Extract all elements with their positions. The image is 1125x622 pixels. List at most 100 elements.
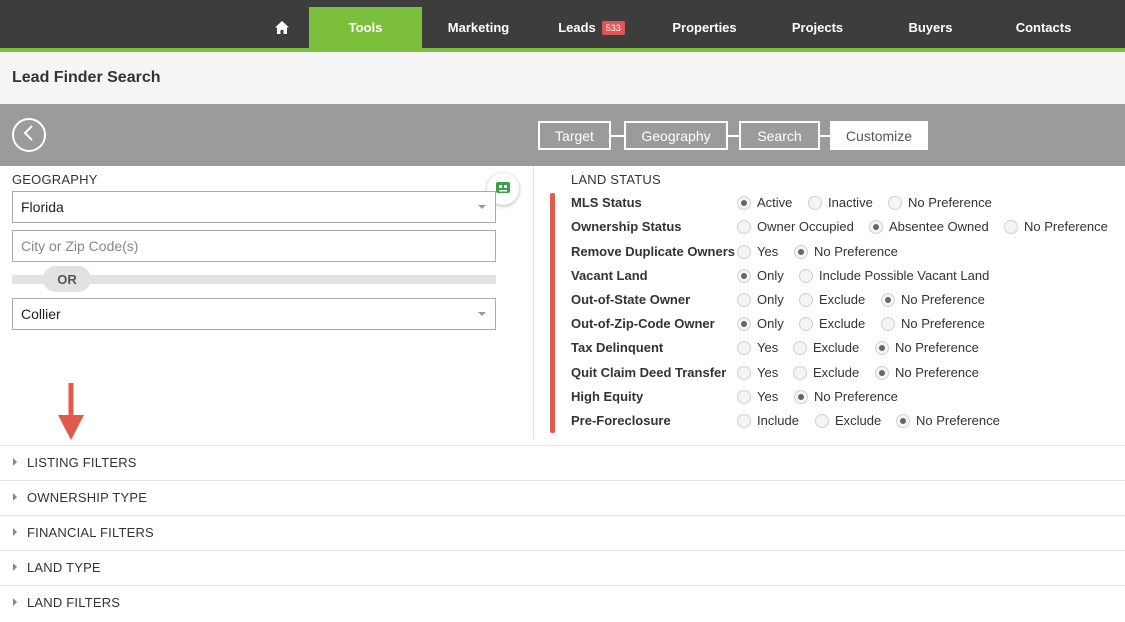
back-button[interactable] [12, 118, 46, 152]
radio [793, 365, 807, 380]
nav-contacts-label: Contacts [1015, 20, 1072, 35]
nav-buyers[interactable]: Buyers [874, 7, 987, 48]
nav-leads[interactable]: Leads 533 [535, 7, 648, 48]
option-label: Exclude [835, 413, 882, 428]
radio-checked [737, 268, 751, 283]
city-zip-field[interactable] [12, 230, 496, 262]
out-of-zip-exclude-radio[interactable]: Exclude [799, 316, 865, 331]
quit-claim-exclude-radio[interactable]: Exclude [793, 365, 859, 380]
vacant-land-label: Vacant Land [571, 268, 648, 283]
high-equity-no-preference-radio[interactable]: No Preference [794, 389, 898, 404]
quit-claim-no-preference-radio[interactable]: No Preference [875, 365, 979, 380]
step-search[interactable]: Search [739, 121, 820, 150]
nav-contacts[interactable]: Contacts [987, 7, 1100, 48]
radio [737, 219, 751, 234]
ownership-owner-occupied-radio[interactable]: Owner Occupied [737, 219, 854, 234]
caret-right-icon [13, 563, 17, 571]
highlight-bar-annotation [550, 193, 555, 433]
accordion-ownership-type[interactable]: OWNERSHIP TYPE [0, 480, 1125, 515]
chevron-down-icon [478, 312, 486, 316]
accordion-financial-filters[interactable]: FINANCIAL FILTERS [0, 515, 1125, 550]
accordion-listing-filters[interactable]: LISTING FILTERS [0, 445, 1125, 480]
radio [799, 292, 813, 307]
home-icon [274, 21, 289, 34]
radio [737, 292, 751, 307]
county-select[interactable]: Collier [12, 298, 496, 330]
step-connector [728, 135, 739, 137]
quit-claim-deed-label: Quit Claim Deed Transfer [571, 365, 727, 380]
ownership-no-preference-radio[interactable]: No Preference [1004, 219, 1108, 234]
geography-panel: GEOGRAPHY Florida OR Collier [0, 166, 534, 440]
nav-marketing-label: Marketing [447, 20, 510, 35]
tax-delinquent-no-preference-radio[interactable]: No Preference [875, 340, 979, 355]
wizard-step-bar: Target Geography Search Customize [0, 104, 1125, 166]
option-label: No Preference [814, 389, 898, 404]
option-label: Include Possible Vacant Land [819, 268, 990, 283]
county-select-value: Collier [21, 306, 61, 322]
caret-right-icon [13, 458, 17, 466]
quit-claim-yes-radio[interactable]: Yes [737, 365, 778, 380]
accordion-land-type[interactable]: LAND TYPE [0, 550, 1125, 585]
tax-delinquent-exclude-radio[interactable]: Exclude [793, 340, 859, 355]
pre-foreclosure-no-preference-radio[interactable]: No Preference [896, 413, 1000, 428]
step-connector [820, 135, 830, 137]
tax-delinquent-label: Tax Delinquent [571, 340, 664, 355]
nav-marketing[interactable]: Marketing [422, 7, 535, 48]
radio [808, 195, 822, 210]
step-geography[interactable]: Geography [624, 121, 728, 150]
duplicate-owners-no-preference-radio[interactable]: No Preference [794, 244, 898, 259]
out-of-zip-only-radio[interactable]: Only [737, 316, 784, 331]
nav-properties[interactable]: Properties [648, 7, 761, 48]
step-customize[interactable]: Customize [830, 121, 928, 150]
vacant-land-only-radio[interactable]: Only [737, 268, 784, 283]
radio [799, 316, 813, 331]
option-label: Exclude [813, 365, 860, 380]
option-label: No Preference [895, 365, 979, 380]
radio-checked [794, 389, 808, 404]
city-zip-input[interactable] [21, 238, 487, 254]
option-label: Inactive [828, 195, 873, 210]
duplicate-owners-yes-radio[interactable]: Yes [737, 244, 778, 259]
radio [737, 365, 751, 380]
high-equity-label: High Equity [571, 389, 644, 404]
pre-foreclosure-include-radio[interactable]: Include [737, 413, 799, 428]
nav-buyers-label: Buyers [908, 20, 953, 35]
option-label: No Preference [814, 244, 898, 259]
accordion-land-filters[interactable]: LAND FILTERS [0, 585, 1125, 620]
radio [799, 268, 813, 283]
ownership-status-label: Ownership Status [571, 219, 682, 234]
mls-status-active-radio[interactable]: Active [737, 195, 792, 210]
option-label: No Preference [916, 413, 1000, 428]
pre-foreclosure-exclude-radio[interactable]: Exclude [815, 413, 881, 428]
pre-foreclosure-label: Pre-Foreclosure [571, 413, 671, 428]
caret-right-icon [13, 528, 17, 536]
caret-right-icon [13, 493, 17, 501]
high-equity-yes-radio[interactable]: Yes [737, 389, 778, 404]
accordion-label: LAND FILTERS [27, 595, 121, 610]
accordion-label: FINANCIAL FILTERS [27, 525, 154, 540]
option-label: Exclude [813, 340, 860, 355]
accordion-label: OWNERSHIP TYPE [27, 490, 148, 505]
state-select[interactable]: Florida [12, 191, 496, 223]
nav-tools[interactable]: Tools [309, 7, 422, 48]
tax-delinquent-yes-radio[interactable]: Yes [737, 340, 778, 355]
land-status-heading: LAND STATUS [571, 172, 661, 187]
option-label: Yes [757, 244, 779, 259]
mls-status-inactive-radio[interactable]: Inactive [808, 195, 873, 210]
title-bar: Lead Finder Search [0, 52, 1125, 104]
out-of-zip-no-preference-radio[interactable]: No Preference [881, 316, 985, 331]
mls-status-no-preference-radio[interactable]: No Preference [888, 195, 992, 210]
out-of-state-no-preference-radio[interactable]: No Preference [881, 292, 985, 307]
nav-projects[interactable]: Projects [761, 7, 874, 48]
ownership-absentee-owned-radio[interactable]: Absentee Owned [869, 219, 989, 234]
nav-home[interactable] [254, 7, 309, 48]
out-of-zip-owner-label: Out-of-Zip-Code Owner [571, 316, 715, 331]
chevron-down-icon [478, 205, 486, 209]
option-label: No Preference [901, 292, 985, 307]
out-of-state-exclude-radio[interactable]: Exclude [799, 292, 865, 307]
out-of-state-only-radio[interactable]: Only [737, 292, 784, 307]
vacant-land-include-possible-radio[interactable]: Include Possible Vacant Land [799, 268, 989, 283]
caret-right-icon [13, 598, 17, 606]
step-target[interactable]: Target [538, 121, 611, 150]
radio-checked [881, 292, 895, 307]
